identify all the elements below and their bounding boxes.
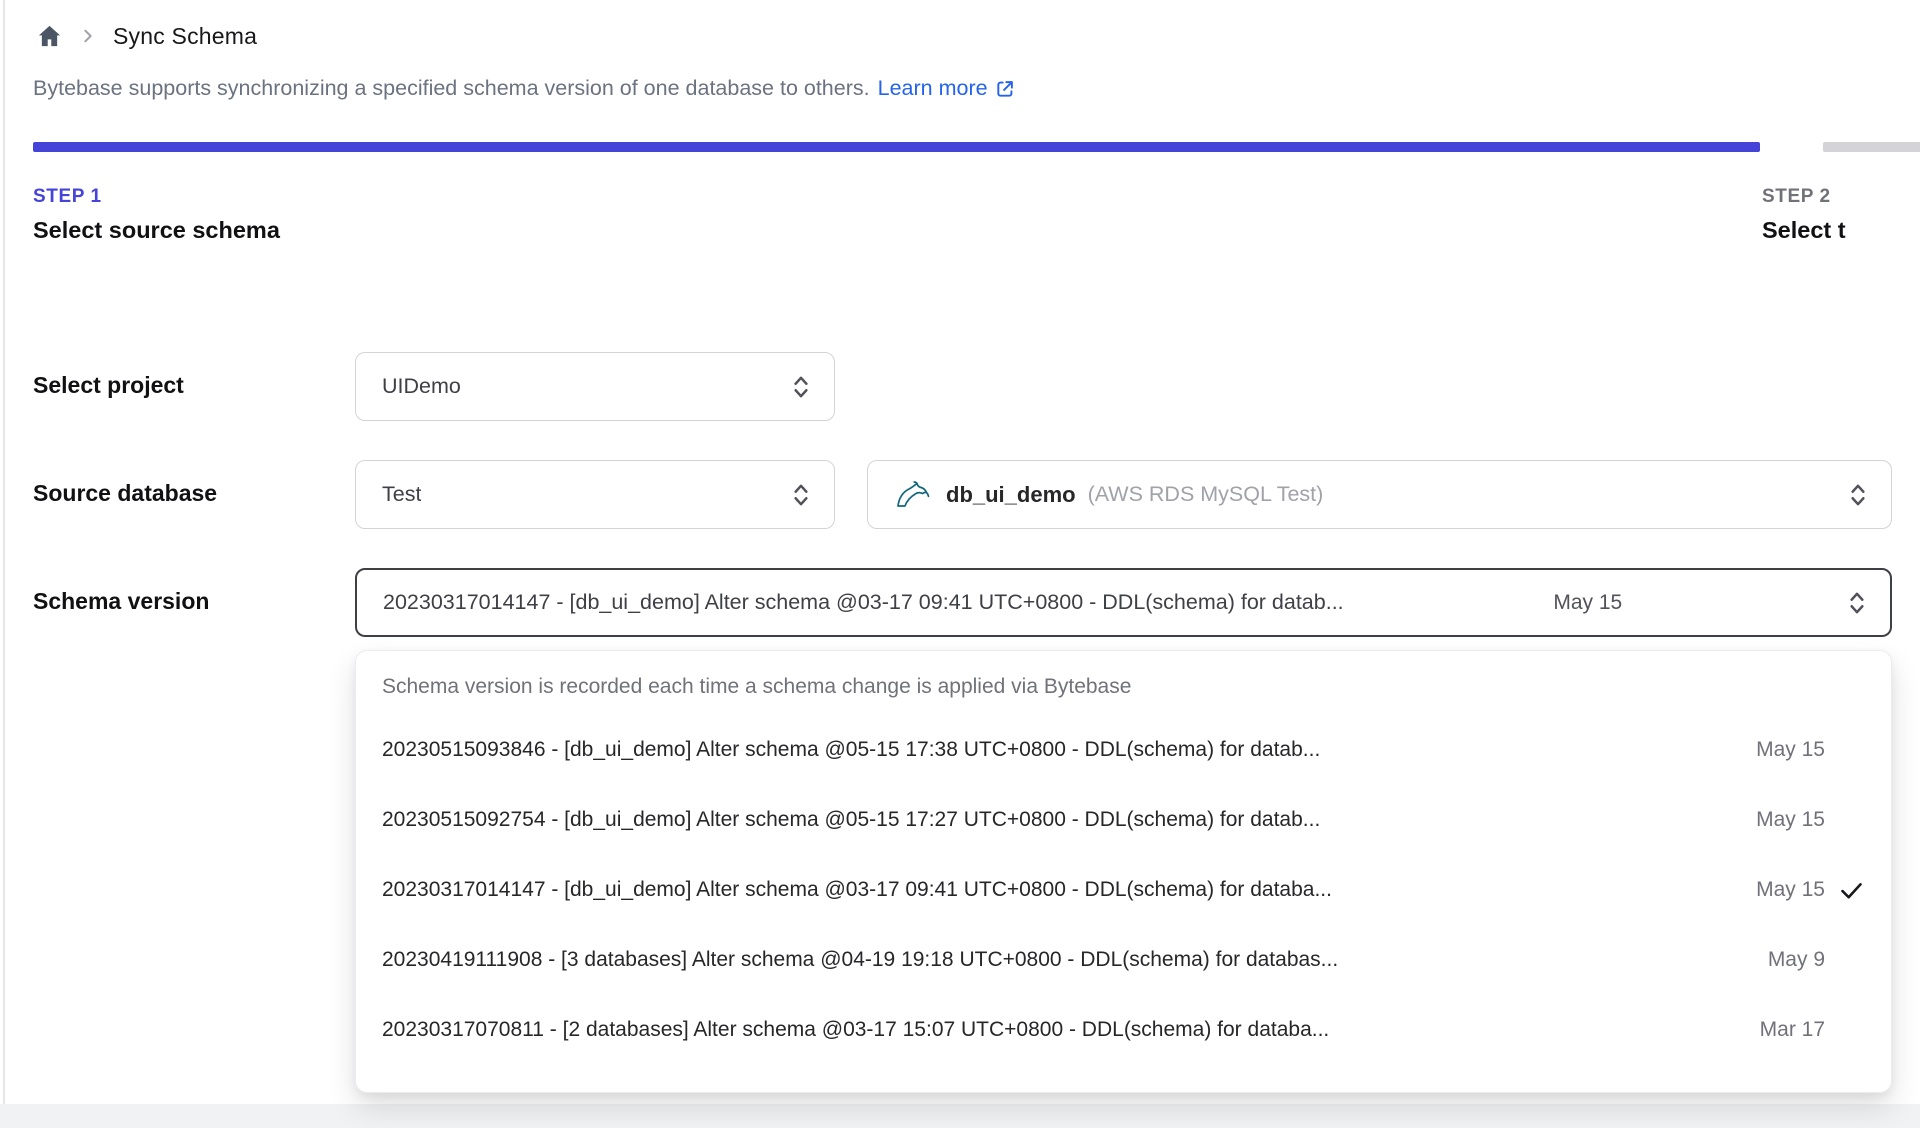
schema-version-option[interactable]: 20230515093846 - [db_ui_demo] Alter sche… [356, 715, 1891, 785]
step1-title: Select source schema [33, 217, 280, 243]
option-text: 20230317014147 - [db_ui_demo] Alter sche… [382, 878, 1332, 901]
mysql-dolphin-icon [894, 480, 930, 510]
schema-version-label: Schema version [33, 588, 210, 614]
option-text: 20230515092754 - [db_ui_demo] Alter sche… [382, 808, 1321, 831]
page-title: Sync Schema [113, 22, 258, 49]
step1-label: STEP 1 [33, 186, 102, 207]
option-date: May 15 [1756, 738, 1825, 761]
schema-version-options: 20230515093846 - [db_ui_demo] Alter sche… [356, 715, 1891, 1065]
select-stepper-icon [1832, 589, 1868, 617]
step2-progress-bar [1823, 142, 1920, 152]
option-text: 20230419111908 - [3 databases] Alter sch… [382, 948, 1339, 971]
database-select-name: db_ui_demo [946, 481, 1076, 507]
schema-version-option[interactable]: 20230515092754 - [db_ui_demo] Alter sche… [356, 785, 1891, 855]
breadcrumb: Sync Schema [36, 16, 257, 56]
page-bottom-strip [0, 1104, 1920, 1128]
sync-schema-page: Sync Schema Bytebase supports synchroniz… [0, 0, 1920, 1128]
learn-more-label: Learn more [877, 76, 988, 100]
source-database-label: Source database [33, 480, 218, 506]
database-select-detail: (AWS RDS MySQL Test) [1087, 482, 1324, 506]
select-stepper-icon [1833, 481, 1869, 509]
intro-text: Bytebase supports synchronizing a specif… [33, 76, 870, 100]
project-select[interactable]: UIDemo [355, 352, 835, 421]
project-select-value: UIDemo [382, 374, 461, 398]
schema-version-select-date: May 15 [1553, 590, 1623, 614]
sidebar-edge-divider [3, 0, 5, 1128]
intro-description: Bytebase supports synchronizing a specif… [33, 76, 1016, 101]
step1-progress-bar [33, 142, 1760, 152]
home-icon[interactable] [36, 23, 63, 50]
option-date: May 15 [1756, 808, 1825, 831]
step2-label: STEP 2 [1762, 186, 1831, 207]
step2-header: STEP 2 Select t [1762, 186, 1846, 244]
step2-title: Select t [1762, 217, 1846, 243]
schema-version-option[interactable]: 20230317014147 - [db_ui_demo] Alter sche… [356, 855, 1891, 925]
schema-version-hint: Schema version is recorded each time a s… [382, 675, 1132, 698]
schema-version-option[interactable]: 20230317070811 - [2 databases] Alter sch… [356, 995, 1891, 1065]
schema-version-select[interactable]: 20230317014147 - [db_ui_demo] Alter sche… [355, 568, 1892, 637]
option-date: Mar 17 [1759, 1018, 1825, 1041]
check-icon [1825, 877, 1865, 904]
select-project-label: Select project [33, 372, 184, 398]
option-text: 20230317070811 - [2 databases] Alter sch… [382, 1018, 1330, 1041]
chevron-right-icon [80, 28, 96, 44]
option-date: May 9 [1767, 948, 1825, 971]
schema-version-option[interactable]: 20230419111908 - [3 databases] Alter sch… [356, 925, 1891, 995]
schema-version-dropdown: Schema version is recorded each time a s… [355, 650, 1892, 1093]
option-text: 20230515093846 - [db_ui_demo] Alter sche… [382, 738, 1321, 761]
database-select[interactable]: db_ui_demo (AWS RDS MySQL Test) [867, 460, 1892, 529]
external-link-icon [996, 80, 1013, 97]
environment-select[interactable]: Test [355, 460, 835, 529]
select-stepper-icon [776, 373, 812, 401]
environment-select-value: Test [382, 482, 422, 506]
step1-header: STEP 1 Select source schema [33, 186, 280, 244]
schema-version-select-value: 20230317014147 - [db_ui_demo] Alter sche… [383, 590, 1344, 614]
select-stepper-icon [776, 481, 812, 509]
option-date: May 15 [1756, 878, 1825, 901]
learn-more-link[interactable]: Learn more [878, 76, 1016, 101]
